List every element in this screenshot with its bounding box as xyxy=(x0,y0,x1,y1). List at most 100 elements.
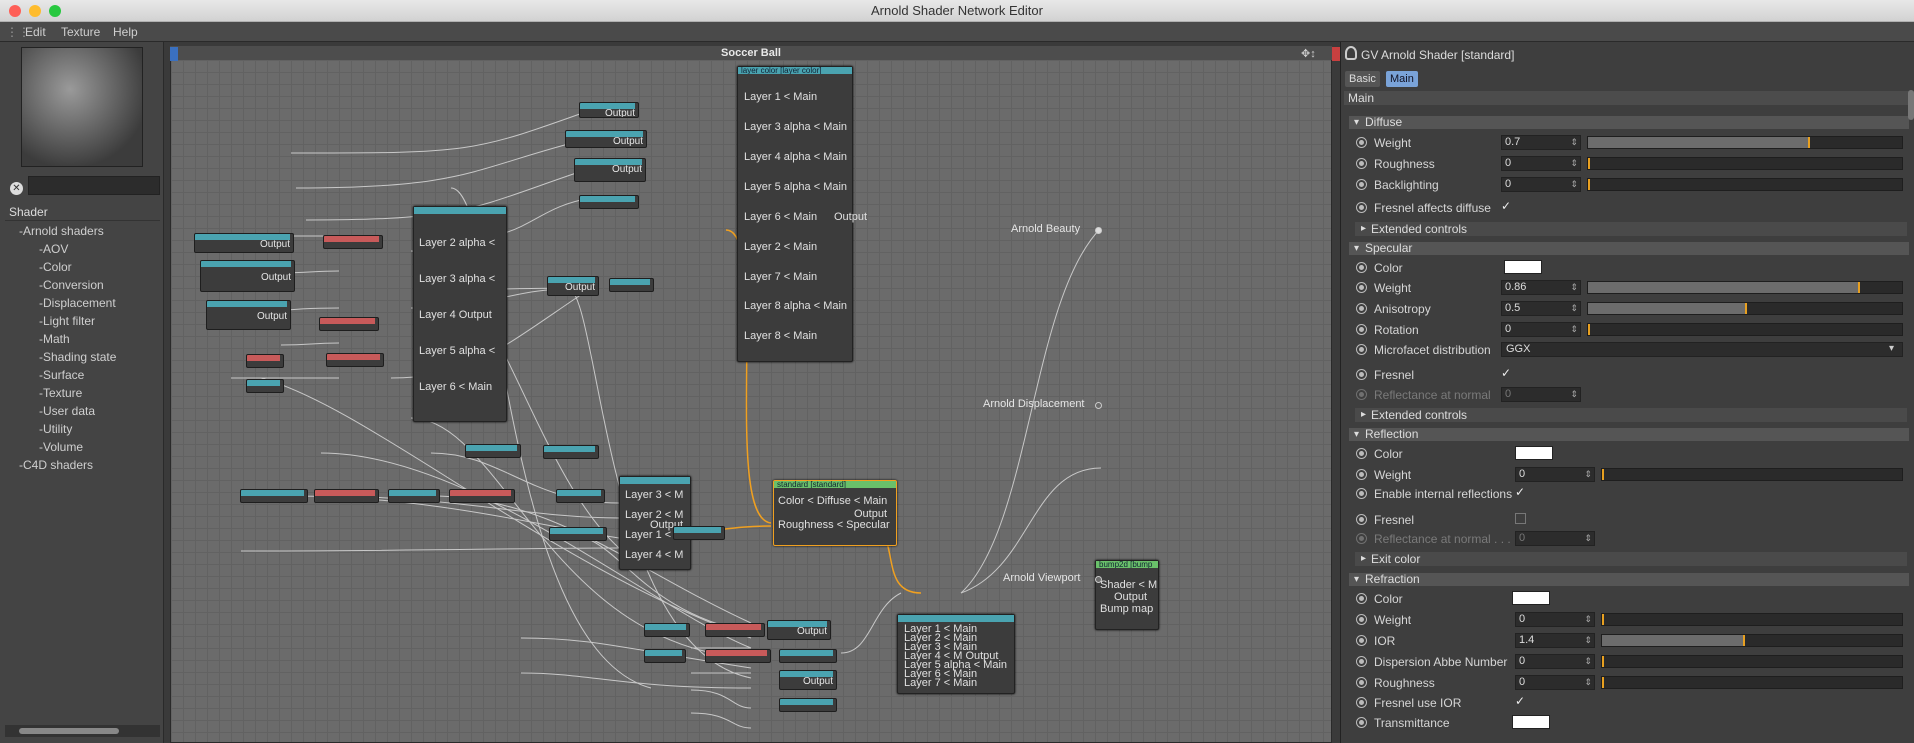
output-port[interactable] xyxy=(1095,227,1102,234)
tree-item-math[interactable]: -Math xyxy=(5,330,160,348)
layer-node-secondary[interactable]: Layer 2 alpha < Layer 3 alpha < Layer 4 … xyxy=(413,206,507,422)
tree-horizontal-scrollbar[interactable] xyxy=(5,725,160,737)
specular-weight-field[interactable]: 0.86 xyxy=(1501,280,1581,295)
output-port[interactable] xyxy=(1095,402,1102,409)
inspector-scrollbar[interactable] xyxy=(1908,90,1914,120)
node-port-label[interactable]: Layer 4 Output xyxy=(419,309,492,321)
fresnel-use-ior-checkbox[interactable]: ✓ xyxy=(1515,695,1526,707)
diffuse-weight-slider[interactable] xyxy=(1587,136,1903,149)
section-diffuse[interactable]: Diffuse xyxy=(1349,116,1909,129)
refraction-color-swatch[interactable] xyxy=(1512,591,1550,605)
diffuse-roughness-field[interactable]: 0 xyxy=(1501,156,1581,171)
keyframe-radio[interactable] xyxy=(1356,282,1367,293)
specular-anisotropy-slider[interactable] xyxy=(1587,302,1903,315)
mini-node[interactable] xyxy=(673,526,725,540)
search-input[interactable] xyxy=(28,176,160,195)
refraction-roughness-field[interactable]: 0 xyxy=(1515,675,1595,690)
tree-item-utility[interactable]: -Utility xyxy=(5,420,160,438)
node-port-label[interactable]: Layer 5 alpha < xyxy=(419,345,495,357)
node-port-label[interactable]: Layer 7 < Main xyxy=(904,677,977,689)
mini-node[interactable] xyxy=(246,354,284,368)
keyframe-radio[interactable] xyxy=(1356,697,1367,708)
keyframe-radio[interactable] xyxy=(1356,488,1367,499)
reflection-color-swatch[interactable] xyxy=(1515,446,1553,460)
output-arnold-displacement[interactable]: Arnold Displacement xyxy=(983,398,1085,410)
mini-node[interactable] xyxy=(543,445,599,459)
mini-node[interactable]: Output xyxy=(767,620,831,640)
keyframe-radio[interactable] xyxy=(1356,324,1367,335)
clear-search-icon[interactable]: ✕ xyxy=(10,182,23,195)
microfacet-dropdown[interactable]: GGX xyxy=(1501,342,1903,357)
menu-texture[interactable]: Texture xyxy=(61,25,100,39)
output-port[interactable] xyxy=(1095,576,1102,583)
keyframe-radio[interactable] xyxy=(1356,369,1367,380)
keyframe-radio[interactable] xyxy=(1356,593,1367,604)
node-port-label[interactable]: Color < Diffuse < Main xyxy=(778,495,887,507)
section-reflection[interactable]: Reflection xyxy=(1349,428,1909,441)
menu-help[interactable]: Help xyxy=(113,25,138,39)
section-specular[interactable]: Specular xyxy=(1349,242,1909,255)
specular-anisotropy-field[interactable]: 0.5 xyxy=(1501,301,1581,316)
node-port-label[interactable]: Layer 3 < M xyxy=(625,489,683,501)
node-port-label[interactable]: Layer 2 < Main xyxy=(744,241,817,253)
output-arnold-beauty[interactable]: Arnold Beauty xyxy=(1011,223,1080,235)
node-port-label[interactable]: Layer 8 < Main xyxy=(744,330,817,342)
keyframe-radio[interactable] xyxy=(1356,469,1367,480)
specular-reflectance-field[interactable]: 0 xyxy=(1501,387,1581,402)
fresnel-affects-diffuse-checkbox[interactable]: ✓ xyxy=(1501,200,1512,212)
tree-item-conversion[interactable]: -Conversion xyxy=(5,276,160,294)
mini-node[interactable] xyxy=(549,527,607,541)
keyframe-radio[interactable] xyxy=(1356,677,1367,688)
reflection-reflectance-field[interactable]: 0 xyxy=(1515,531,1595,546)
specular-fresnel-checkbox[interactable]: ✓ xyxy=(1501,367,1512,379)
keyframe-radio[interactable] xyxy=(1356,614,1367,625)
minimize-window-button[interactable] xyxy=(29,5,41,17)
keyframe-radio[interactable] xyxy=(1356,635,1367,646)
reflection-weight-slider[interactable] xyxy=(1601,468,1903,481)
mini-node[interactable] xyxy=(556,489,605,503)
diffuse-extended-controls[interactable]: Extended controls xyxy=(1355,222,1907,236)
node-port-label[interactable]: Shader < M xyxy=(1100,579,1157,591)
node-output-label[interactable]: Output xyxy=(834,211,867,223)
node-port-label[interactable]: Layer 6 < Main xyxy=(419,381,492,393)
keyframe-radio[interactable] xyxy=(1356,262,1367,273)
node-output-label[interactable]: Output xyxy=(1114,591,1147,603)
mini-node[interactable]: Output xyxy=(200,260,295,292)
refraction-ior-slider[interactable] xyxy=(1601,634,1903,647)
node-port-label[interactable]: Layer 1 < Main xyxy=(744,91,817,103)
tree-item-texture[interactable]: -Texture xyxy=(5,384,160,402)
specular-extended-controls[interactable]: Extended controls xyxy=(1355,408,1907,422)
tree-item-light-filter[interactable]: -Light filter xyxy=(5,312,160,330)
reflection-fresnel-checkbox[interactable] xyxy=(1515,513,1526,524)
node-port-label[interactable]: Layer 4 < M xyxy=(625,549,683,561)
refraction-weight-field[interactable]: 0 xyxy=(1515,612,1595,627)
node-port-label[interactable]: Layer 2 alpha < xyxy=(419,237,495,249)
keyframe-radio[interactable] xyxy=(1356,158,1367,169)
node-port-label[interactable]: Roughness < Specular xyxy=(778,519,890,531)
mini-node[interactable] xyxy=(388,489,440,503)
tab-main[interactable]: Main xyxy=(1386,71,1418,87)
diffuse-weight-field[interactable]: 0.7 xyxy=(1501,135,1581,150)
mini-node[interactable]: Output xyxy=(574,158,646,182)
tree-item-user-data[interactable]: -User data xyxy=(5,402,160,420)
keyframe-radio[interactable] xyxy=(1356,514,1367,525)
mini-node[interactable] xyxy=(579,195,639,209)
keyframe-radio[interactable] xyxy=(1356,533,1367,544)
mini-node[interactable] xyxy=(779,698,837,712)
mini-node[interactable]: Output xyxy=(547,276,599,296)
mini-node[interactable] xyxy=(240,489,308,503)
mini-node[interactable] xyxy=(609,278,654,292)
mini-node[interactable] xyxy=(779,649,837,663)
mini-node[interactable]: Output xyxy=(194,233,294,253)
keyframe-radio[interactable] xyxy=(1356,389,1367,400)
transmittance-color-swatch[interactable] xyxy=(1512,715,1550,729)
mini-node[interactable] xyxy=(644,649,686,663)
node-port-label[interactable]: Layer 4 alpha < Main xyxy=(744,151,847,163)
tree-item-volume[interactable]: -Volume xyxy=(5,438,160,456)
standard-shader-node[interactable]: standard [standard] Color < Diffuse < Ma… xyxy=(773,480,897,546)
mini-node[interactable]: Output xyxy=(206,300,291,330)
tree-item-shading-state[interactable]: -Shading state xyxy=(5,348,160,366)
layer-node-quaternary[interactable]: Layer 1 < Main Layer 2 < Main Layer 3 < … xyxy=(897,614,1015,694)
tree-item-surface[interactable]: -Surface xyxy=(5,366,160,384)
keyframe-radio[interactable] xyxy=(1356,344,1367,355)
